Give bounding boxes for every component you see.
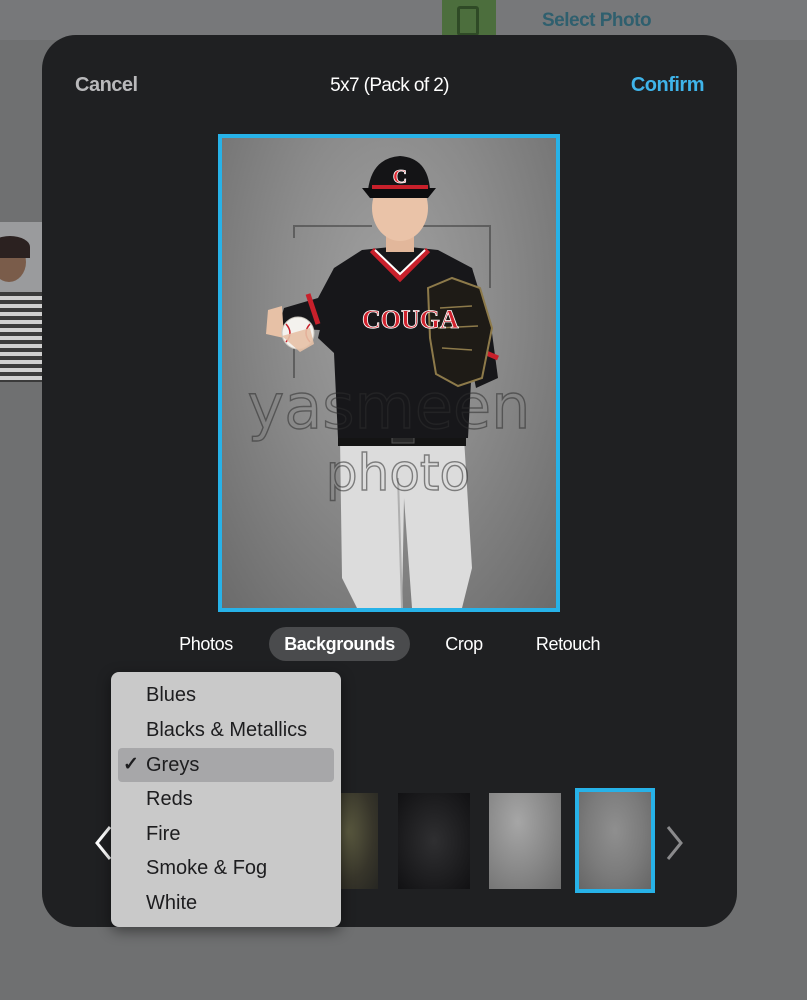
player-photo: COUGA C yasmeen photo: [247, 156, 531, 608]
carousel-next-arrow[interactable]: [664, 825, 684, 861]
chevron-right-icon: [666, 826, 683, 860]
background-swatch-black[interactable]: [398, 793, 470, 889]
background-swatch-mid-grey-selected[interactable]: [575, 788, 655, 893]
cap-letter: C: [393, 166, 407, 188]
tab-retouch[interactable]: Retouch: [524, 627, 612, 661]
background-swatch-light-grey[interactable]: [489, 793, 561, 889]
background-phone-button: [442, 0, 496, 38]
menu-item-white[interactable]: White: [118, 886, 334, 920]
confirm-button[interactable]: Confirm: [631, 74, 705, 97]
tab-backgrounds[interactable]: Backgrounds: [269, 627, 410, 661]
editor-tabs: Photos Backgrounds Crop Retouch: [42, 627, 737, 661]
background-select-photo-link: Select Photo: [542, 10, 652, 31]
background-swatch-smoke-olive[interactable]: [340, 793, 378, 889]
jersey-lettering: COUGA: [362, 305, 459, 334]
background-category-menu: Blues Blacks & Metallics ✓ Greys Reds Fi…: [111, 672, 341, 927]
menu-item-blues[interactable]: Blues: [118, 678, 334, 712]
tab-crop[interactable]: Crop: [432, 627, 496, 661]
watermark-subtext: photo: [326, 444, 470, 502]
background-photo-thumbnail: [0, 222, 42, 382]
menu-item-fire[interactable]: Fire: [118, 817, 334, 851]
menu-item-reds[interactable]: Reds: [118, 782, 334, 816]
phone-icon: [457, 6, 479, 36]
tab-photos[interactable]: Photos: [166, 627, 246, 661]
background-page-header: [0, 0, 807, 40]
checkmark-icon: ✓: [123, 754, 139, 775]
menu-item-blacks-metallics[interactable]: Blacks & Metallics: [118, 713, 334, 747]
photo-preview: COUGA C yasmeen photo: [218, 134, 560, 612]
menu-item-smoke-fog[interactable]: Smoke & Fog: [118, 851, 334, 885]
watermark-text: yasmeen: [248, 370, 531, 443]
menu-item-greys[interactable]: ✓ Greys: [118, 748, 334, 782]
